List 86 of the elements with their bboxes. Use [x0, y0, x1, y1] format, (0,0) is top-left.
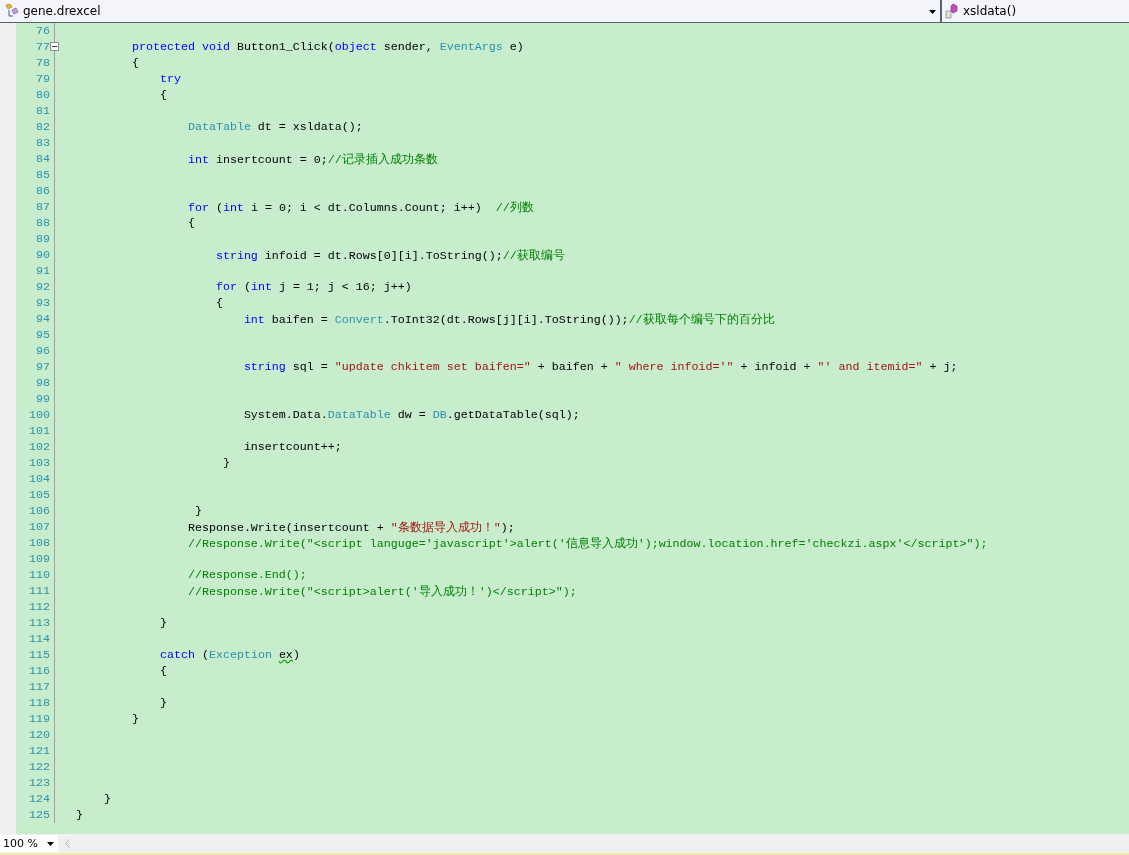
- type-dropdown[interactable]: gene.drexcel: [0, 0, 942, 22]
- line-number: 111: [28, 584, 50, 598]
- zoom-dropdown[interactable]: 100 %: [0, 835, 58, 852]
- line-number: 115: [28, 648, 50, 662]
- line-number: 79: [35, 72, 50, 86]
- code-line: }: [130, 712, 139, 726]
- line-number: 122: [28, 760, 50, 774]
- caret-icon: [929, 10, 936, 14]
- code-line: {: [158, 88, 167, 102]
- line-number: 120: [28, 728, 50, 742]
- code-line: int baifen = Convert.ToInt32(dt.Rows[j][i].ToString());//获取每个编号下的百分比: [242, 311, 775, 327]
- line-number: 103: [28, 456, 50, 470]
- line-number: 114: [28, 632, 50, 646]
- code-line: //Response.Write("<script languge='javascript'>alert('信息导入成功');window.location.href='checkzi.aspx'</script>");: [186, 535, 988, 551]
- line-number: 125: [28, 808, 50, 822]
- line-number: 77: [35, 40, 50, 54]
- code-line: //Response.Write("<script>alert('导入成功！')</script>");: [186, 583, 577, 599]
- code-line: }: [76, 808, 83, 822]
- code-line: {: [186, 216, 195, 230]
- line-number: 118: [28, 696, 50, 710]
- code-line: System.Data.DataTable dw = DB.getDataTable(sql);: [242, 408, 580, 422]
- code-line: }: [102, 792, 111, 806]
- code-line: //Response.End();: [186, 568, 307, 582]
- line-number: 107: [28, 520, 50, 534]
- line-number: 104: [28, 472, 50, 486]
- line-number: 93: [35, 296, 50, 310]
- line-number: 119: [28, 712, 50, 726]
- line-number: 90: [35, 248, 50, 262]
- code-line: }: [158, 696, 167, 710]
- line-number: 88: [35, 216, 50, 230]
- code-line: try: [158, 72, 181, 86]
- line-number: 95: [35, 328, 50, 342]
- line-number: 121: [28, 744, 50, 758]
- code-line: insertcount++;: [242, 440, 342, 454]
- line-number: 87: [35, 200, 50, 214]
- member-dropdown[interactable]: xsldata(): [942, 0, 1129, 22]
- line-number: 89: [35, 232, 50, 246]
- line-number: 91: [35, 264, 50, 278]
- code-line: for (int j = 1; j < 16; j++): [214, 280, 412, 294]
- line-number: 99: [35, 392, 50, 406]
- code-line: {: [130, 56, 139, 70]
- collapse-icon[interactable]: [50, 42, 59, 51]
- line-number: 110: [28, 568, 50, 582]
- line-number: 78: [35, 56, 50, 70]
- code-line: Response.Write(insertcount + "条数据导入成功！");: [186, 519, 515, 535]
- line-number: 92: [35, 280, 50, 294]
- code-line: }: [193, 504, 202, 518]
- caret-icon: [47, 841, 54, 846]
- method-icon: [944, 3, 960, 19]
- line-number: 83: [35, 136, 50, 150]
- line-number: 108: [28, 536, 50, 550]
- code-line: }: [158, 616, 167, 630]
- code-line: DataTable dt = xsldata();: [186, 120, 363, 134]
- code-line: {: [214, 296, 223, 310]
- code-line: protected void Button1_Click(object sender, EventArgs e): [130, 40, 524, 54]
- code-line: string sql = "update chkitem set baifen=" + baifen + " where infoid='" + infoid + "' and itemid=" + j;: [242, 360, 958, 374]
- line-number: 124: [28, 792, 50, 806]
- line-number: 100: [28, 408, 50, 422]
- line-number: 86: [35, 184, 50, 198]
- line-number: 123: [28, 776, 50, 790]
- line-number: 113: [28, 616, 50, 630]
- line-number: 116: [28, 664, 50, 678]
- line-number: 106: [28, 504, 50, 518]
- code-line: for (int i = 0; i < dt.Columns.Count; i++) //列数: [186, 199, 534, 215]
- line-number: 96: [35, 344, 50, 358]
- line-number: 84: [35, 152, 50, 166]
- line-number: 82: [35, 120, 50, 134]
- line-number: 101: [28, 424, 50, 438]
- code-line: {: [158, 664, 167, 678]
- line-number: 117: [28, 680, 50, 694]
- line-number: 105: [28, 488, 50, 502]
- code-line: string infoid = dt.Rows[0][i].ToString();//获取编号: [214, 247, 565, 263]
- class-icon: [4, 3, 20, 19]
- line-number: 80: [35, 88, 50, 102]
- line-number: 98: [35, 376, 50, 390]
- line-number: 109: [28, 552, 50, 566]
- code-line: }: [221, 456, 230, 470]
- line-number: 102: [28, 440, 50, 454]
- code-line: int insertcount = 0;//记录插入成功条数: [186, 151, 438, 167]
- line-number: 112: [28, 600, 50, 614]
- code-line: catch (Exception ex): [158, 648, 300, 662]
- line-number: 76: [35, 24, 50, 38]
- line-number: 94: [35, 312, 50, 326]
- line-number: 97: [35, 360, 50, 374]
- line-number: 81: [35, 104, 50, 118]
- line-number: 85: [35, 168, 50, 182]
